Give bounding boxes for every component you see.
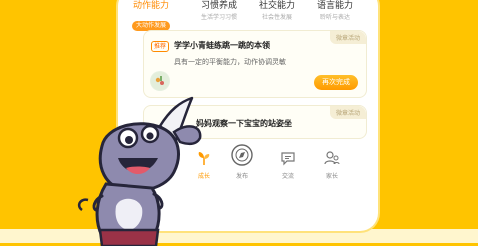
badge-activity-label: 微章活动: [329, 31, 366, 44]
tab-title: 习惯养成: [200, 1, 237, 11]
nav-chat[interactable]: 交流: [270, 150, 306, 180]
activity-thumbnail: [150, 71, 170, 91]
nav-label: 发布: [235, 173, 248, 180]
tab-title: 语言能力: [316, 1, 353, 11]
activity-title: 学学小青蛙练跳一跳的本领: [174, 41, 270, 50]
tab-title: 社交能力: [258, 1, 295, 11]
tab-title: 动作能力: [132, 1, 169, 11]
activity-title: 妈妈观察一下宝宝的站姿坐: [196, 119, 292, 128]
tab-social[interactable]: 社交能力 社会性发展: [246, 0, 308, 23]
tab-language[interactable]: 语言能力 聆听与表达: [304, 0, 366, 23]
nav-label: 家长: [325, 173, 338, 180]
parent-icon: [324, 151, 340, 165]
activity-card[interactable]: 微章活动 推荐 学学小青蛙练跳一跳的本领 具有一定的平衡能力，动作协调灵敏 再次…: [143, 30, 367, 98]
tab-subtitle: 社会性发展: [261, 14, 292, 21]
tab-subtitle: 聆听与表达: [319, 14, 350, 21]
rhino-mascot: [77, 96, 202, 246]
complete-again-button[interactable]: 再次完成: [314, 75, 358, 90]
nav-parent[interactable]: 家长: [314, 150, 350, 180]
nav-label: 交流: [281, 173, 294, 180]
chat-icon: [281, 152, 295, 166]
nav-publish[interactable]: 发布: [224, 144, 260, 180]
compass-icon: [231, 144, 253, 166]
activity-description: 具有一定的平衡能力，动作协调灵敏: [174, 58, 286, 66]
recommend-tag: 推荐: [151, 41, 170, 52]
tab-motor-skills[interactable]: 动作能力 大动作发展: [120, 0, 182, 31]
category-tabs: 动作能力 大动作发展 习惯养成 生活学习习惯 社交能力 社会性发展 语言能力 聆…: [118, 0, 378, 31]
tab-habits[interactable]: 习惯养成 生活学习习惯: [188, 0, 250, 23]
badge-activity-label: 微章活动: [329, 106, 366, 119]
tab-subtitle: 生活学习习惯: [200, 14, 237, 21]
